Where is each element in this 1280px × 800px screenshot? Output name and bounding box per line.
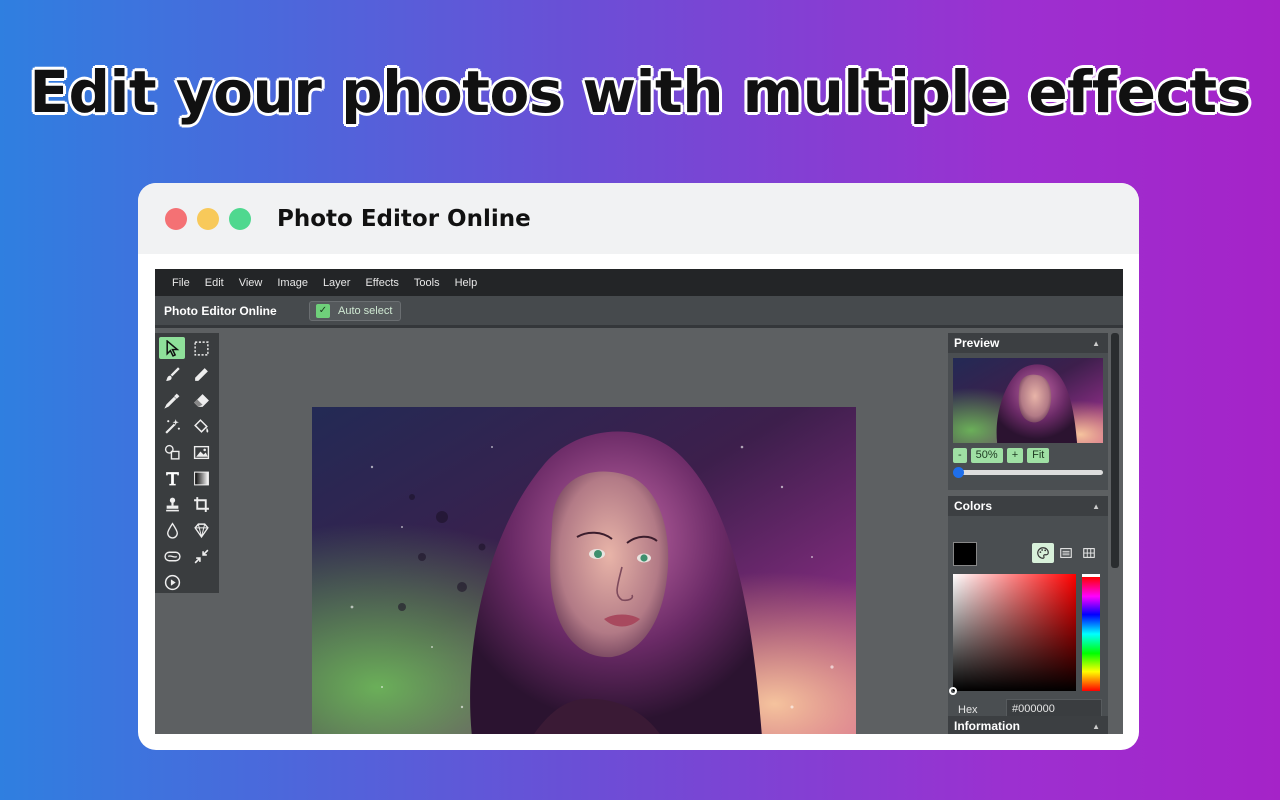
window-titlebar: Photo Editor Online xyxy=(138,183,1139,254)
blur-tool[interactable] xyxy=(159,519,185,541)
palette-mode-button[interactable] xyxy=(1032,543,1054,563)
droplet-icon xyxy=(166,521,178,539)
bulge-icon xyxy=(163,551,181,561)
maximize-window-button[interactable] xyxy=(229,207,251,230)
eyedropper-icon xyxy=(163,393,179,409)
checkmark-icon: ✓ xyxy=(316,303,330,318)
image-icon xyxy=(193,445,209,459)
magic-wand-tool[interactable] xyxy=(159,415,185,437)
information-panel-title: Information xyxy=(954,719,1020,733)
marquee-select-tool[interactable] xyxy=(188,337,214,359)
stamp-icon xyxy=(165,497,179,511)
collapse-arrow-icon[interactable]: ▲ xyxy=(1092,722,1100,731)
zoom-level[interactable]: 50% xyxy=(970,448,1003,463)
crop-tool[interactable] xyxy=(188,493,214,515)
color-picker-handle[interactable] xyxy=(949,687,957,695)
window-title: Photo Editor Online xyxy=(277,205,531,232)
colors-panel-header[interactable]: Colors ▲ xyxy=(948,496,1108,516)
side-panels: Preview ▲ - 50% + Fit Colors ▲ Hex #0000… xyxy=(948,333,1108,734)
animation-tool[interactable] xyxy=(159,571,185,593)
menu-layer[interactable]: Layer xyxy=(323,277,351,289)
menu-bar: File Edit View Image Layer Effects Tools… xyxy=(155,269,1123,296)
brush-tool[interactable] xyxy=(159,363,185,385)
gradient-tool[interactable] xyxy=(188,467,214,489)
zoom-slider-track[interactable] xyxy=(958,470,1103,475)
fill-tool[interactable] xyxy=(188,415,214,437)
colors-panel: Hex #000000 xyxy=(948,516,1108,724)
menu-effects[interactable]: Effects xyxy=(365,277,398,289)
grid-mode-button[interactable] xyxy=(1078,543,1100,563)
diamond-icon xyxy=(193,522,209,538)
select-tool[interactable] xyxy=(159,337,185,359)
zoom-in-button[interactable]: + xyxy=(1006,448,1024,463)
minimize-window-button[interactable] xyxy=(197,207,219,230)
eraser-tool[interactable] xyxy=(188,389,214,411)
shrink-tool[interactable] xyxy=(188,545,214,567)
text-icon xyxy=(165,471,179,485)
menu-edit[interactable]: Edit xyxy=(205,277,224,289)
menu-help[interactable]: Help xyxy=(455,277,478,289)
crop-icon xyxy=(193,496,209,512)
shrink-icon xyxy=(194,549,208,563)
shapes-icon xyxy=(164,444,180,460)
headline: Edit your photos with multiple effects xyxy=(29,58,1251,126)
portrait-photo xyxy=(312,407,856,734)
colors-panel-title: Colors xyxy=(954,499,993,513)
grid-icon xyxy=(1083,548,1095,558)
preview-panel-title: Preview xyxy=(954,336,1000,350)
auto-select-label: Auto select xyxy=(338,304,393,317)
list-icon xyxy=(1060,548,1072,558)
eraser-icon xyxy=(193,393,209,407)
preview-thumbnail-image xyxy=(953,358,1103,443)
image-tool[interactable] xyxy=(188,441,214,463)
eyedropper-tool[interactable] xyxy=(159,389,185,411)
zoom-slider-handle[interactable] xyxy=(953,467,964,478)
close-window-button[interactable] xyxy=(165,207,187,230)
preview-panel: - 50% + Fit xyxy=(948,353,1108,490)
information-panel-header[interactable]: Information ▲ xyxy=(948,716,1108,734)
preview-thumbnail[interactable] xyxy=(953,358,1103,443)
zoom-fit-button[interactable]: Fit xyxy=(1027,448,1050,463)
clone-stamp-tool[interactable] xyxy=(159,493,185,515)
menu-file[interactable]: File xyxy=(172,277,190,289)
app-name: Photo Editor Online xyxy=(164,303,277,318)
menu-image[interactable]: Image xyxy=(277,277,308,289)
photo-editor-app: File Edit View Image Layer Effects Tools… xyxy=(155,269,1123,734)
list-mode-button[interactable] xyxy=(1055,543,1077,563)
pencil-icon xyxy=(194,367,208,381)
zoom-out-button[interactable]: - xyxy=(953,448,967,463)
magic-wand-icon xyxy=(164,418,180,434)
current-color-swatch[interactable] xyxy=(953,542,977,566)
pencil-tool[interactable] xyxy=(188,363,214,385)
bulge-tool[interactable] xyxy=(159,545,185,567)
text-tool[interactable] xyxy=(159,467,185,489)
gradient-icon xyxy=(193,471,209,485)
shapes-tool[interactable] xyxy=(159,441,185,463)
options-toolbar: Photo Editor Online ✓ Auto select xyxy=(155,296,1123,328)
menu-view[interactable]: View xyxy=(239,277,263,289)
palette-icon xyxy=(1037,547,1049,559)
zoom-controls: - 50% + Fit xyxy=(953,448,1050,463)
panels-scrollbar[interactable] xyxy=(1111,333,1119,568)
app-window: Photo Editor Online File Edit View Image… xyxy=(138,183,1139,750)
play-circle-icon xyxy=(164,574,180,590)
collapse-arrow-icon[interactable]: ▲ xyxy=(1092,339,1100,348)
brush-icon xyxy=(165,366,180,381)
cursor-icon xyxy=(165,339,179,357)
preview-panel-header[interactable]: Preview ▲ xyxy=(948,333,1108,353)
hex-label: Hex xyxy=(958,704,978,716)
sharpen-tool[interactable] xyxy=(188,519,214,541)
saturation-value-picker[interactable] xyxy=(953,574,1076,691)
marquee-icon xyxy=(193,340,209,356)
paint-bucket-icon xyxy=(193,418,208,433)
hue-slider[interactable] xyxy=(1082,574,1100,691)
tools-palette xyxy=(155,333,219,593)
collapse-arrow-icon[interactable]: ▲ xyxy=(1092,502,1100,511)
canvas-photo[interactable] xyxy=(312,407,856,734)
menu-tools[interactable]: Tools xyxy=(414,277,440,289)
auto-select-toggle[interactable]: ✓ Auto select xyxy=(309,300,402,321)
